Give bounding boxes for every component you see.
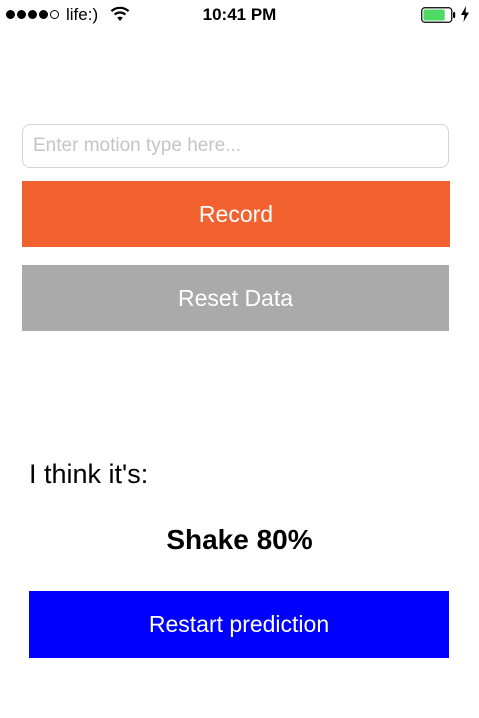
status-bar: life:) 10:41 PM <box>0 0 479 30</box>
prediction-result: Shake 80% <box>166 524 313 555</box>
motion-type-input[interactable] <box>22 124 449 168</box>
prediction-label: I think it's: <box>29 459 149 489</box>
restart-prediction-button[interactable]: Restart prediction <box>29 591 449 658</box>
status-time: 10:41 PM <box>202 5 277 24</box>
reset-data-button[interactable]: Reset Data <box>22 265 449 331</box>
charging-bolt-icon <box>460 6 470 27</box>
record-button[interactable]: Record <box>22 181 450 247</box>
battery-icon <box>421 7 457 28</box>
